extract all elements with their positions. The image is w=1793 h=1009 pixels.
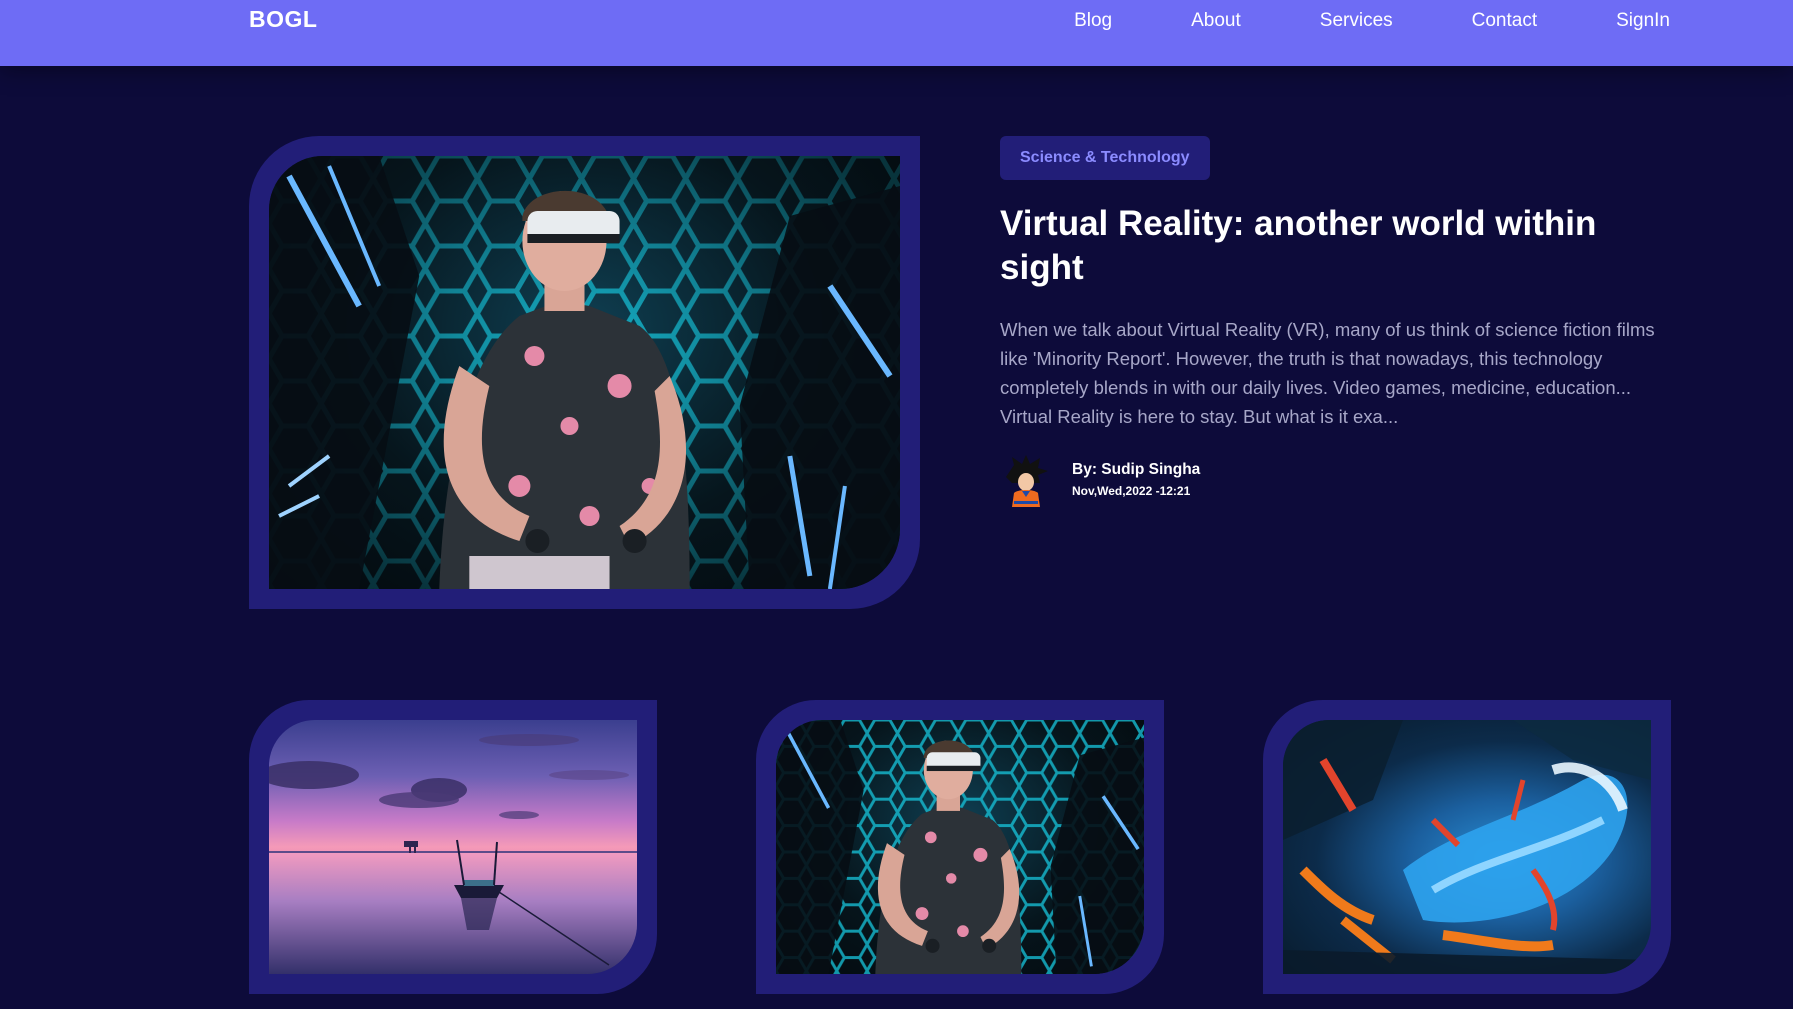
author-meta: By: Sudip Singha Nov,Wed,2022 -12:21: [1072, 455, 1200, 498]
featured-image[interactable]: [269, 156, 900, 589]
sunset-boat-photo: [269, 720, 637, 974]
nav-link-about[interactable]: About: [1191, 10, 1241, 32]
paint-scene-graphic: [1283, 720, 1651, 974]
avatar-icon: [1006, 455, 1048, 507]
post-card-1[interactable]: [249, 700, 657, 994]
avatar[interactable]: [1000, 455, 1052, 507]
post-card-image[interactable]: [1283, 720, 1651, 974]
post-date: Nov,Wed,2022 -12:21: [1072, 484, 1191, 498]
nav-links: Blog About Services Contact SignIn: [1074, 10, 1670, 32]
vr-scene-graphic: [776, 720, 1144, 974]
author-row: By: Sudip Singha Nov,Wed,2022 -12:21: [1000, 455, 1670, 507]
vr-headset-photo: [269, 156, 900, 589]
vr-headset-photo: [776, 720, 1144, 974]
abstract-paint-photo: [1283, 720, 1651, 974]
nav-link-services[interactable]: Services: [1320, 10, 1393, 32]
sunset-scene-graphic: [269, 734, 637, 974]
nav-link-blog[interactable]: Blog: [1074, 10, 1112, 32]
vr-scene-graphic: [269, 156, 900, 589]
nav-link-contact[interactable]: Contact: [1472, 10, 1537, 32]
post-title[interactable]: Virtual Reality: another world within si…: [1000, 202, 1670, 290]
author-name[interactable]: By: Sudip Singha: [1072, 461, 1200, 479]
featured-post: Science & Technology Virtual Reality: an…: [1000, 136, 1670, 507]
nav-link-signin[interactable]: SignIn: [1616, 10, 1670, 32]
brand-logo[interactable]: BOGL: [249, 6, 317, 33]
top-navbar: BOGL Blog About Services Contact SignIn: [0, 0, 1793, 66]
featured-image-frame[interactable]: [249, 136, 920, 609]
post-excerpt: When we talk about Virtual Reality (VR),…: [1000, 319, 1655, 427]
post-card-3[interactable]: [1263, 700, 1671, 994]
post-card-2[interactable]: [756, 700, 1164, 994]
post-card-image[interactable]: [269, 720, 637, 974]
category-badge[interactable]: Science & Technology: [1000, 136, 1210, 180]
post-card-image[interactable]: [776, 720, 1144, 974]
